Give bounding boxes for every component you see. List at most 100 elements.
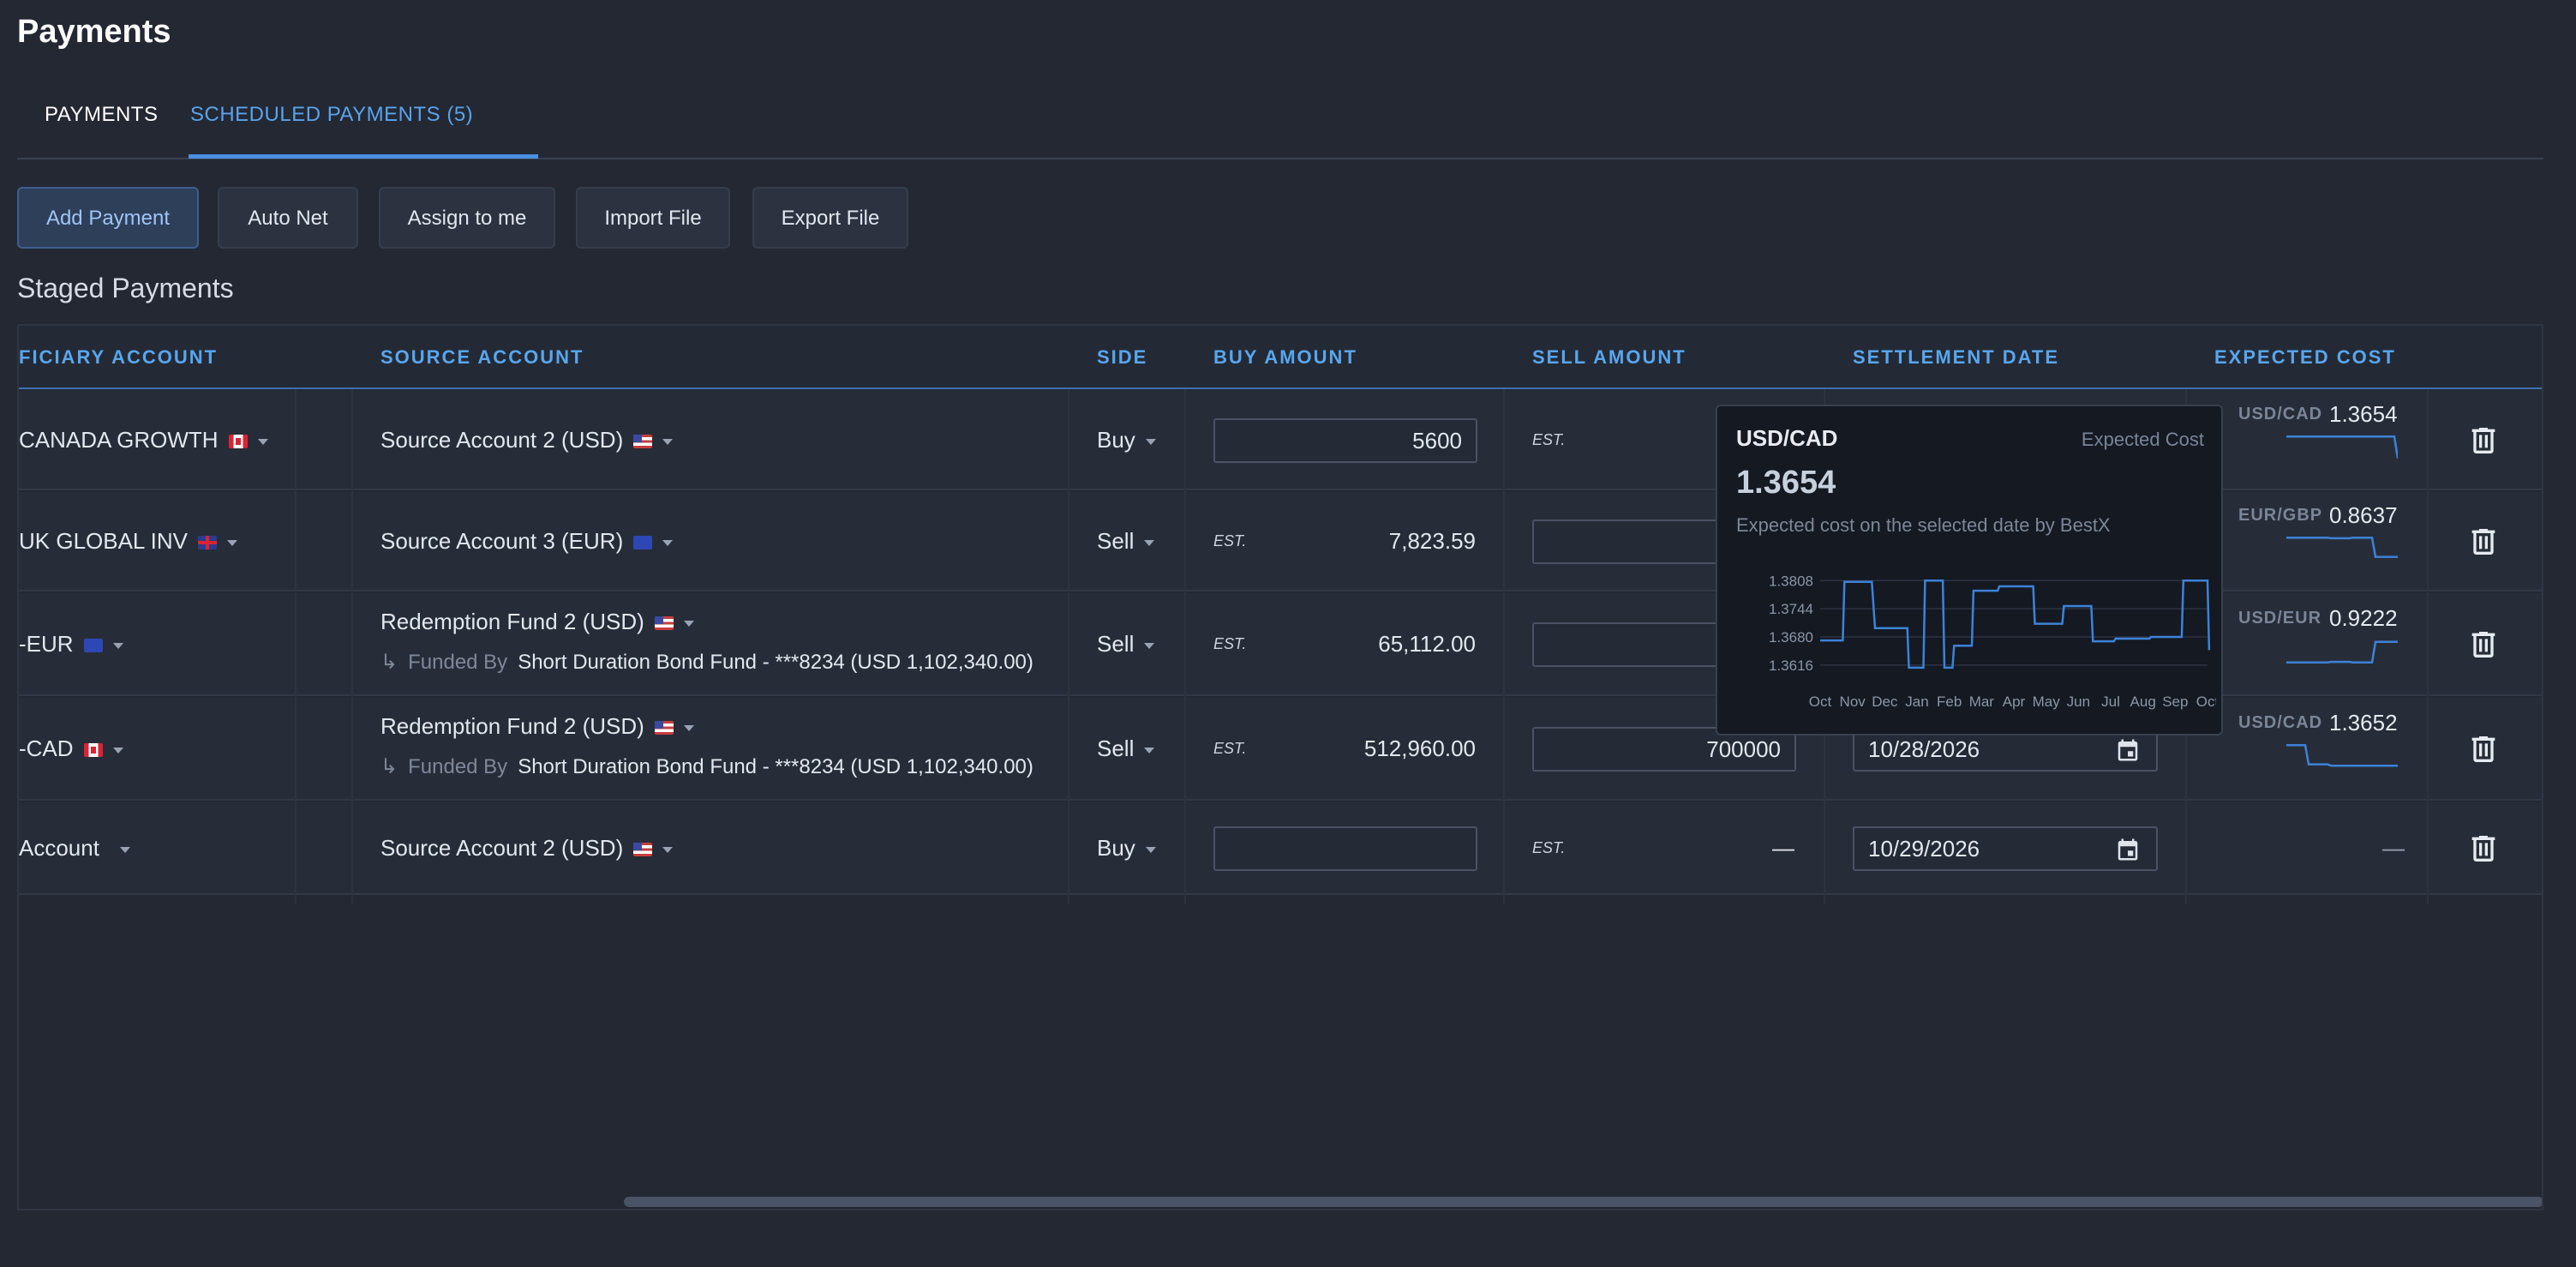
expected-cost-pair: USD/CAD <box>2238 405 2323 423</box>
expected-cost-sparkline <box>2286 640 2398 664</box>
chart-x-tick-label: Sep <box>2162 694 2188 710</box>
return-arrow-icon: ↳ <box>380 651 398 674</box>
source-account-label: Redemption Fund 2 (USD) <box>380 713 644 739</box>
expected-cost-pair: USD/CAD <box>2238 713 2323 732</box>
source-account-select[interactable]: Source Account 2 (USD) <box>380 835 674 862</box>
beneficiary-account-label: -EUR <box>19 631 74 657</box>
side-select[interactable]: Buy <box>1097 427 1156 453</box>
chart-y-tick-label: 1.3680 <box>1769 629 1813 646</box>
side-select[interactable]: Sell <box>1097 631 1155 658</box>
tab-payments[interactable]: PAYMENTS <box>45 87 158 159</box>
buy-amount-estimate: 7,823.59 <box>1388 528 1476 554</box>
beneficiary-account-select[interactable]: UK GLOBAL INV <box>19 528 237 555</box>
chart-x-tick-label: Apr <box>2003 694 2026 710</box>
sparkline-path <box>2286 536 2398 558</box>
delete-row-trash-icon[interactable] <box>2466 523 2501 561</box>
funded-by-line: ↳ Funded By Short Duration Bond Fund - ***… <box>380 650 1033 675</box>
estimate-label: EST. <box>1213 740 1247 757</box>
export-file-button[interactable]: Export File <box>752 187 908 249</box>
header-source-account[interactable]: SOURCE ACCOUNT <box>380 326 584 389</box>
active-tab-indicator <box>189 154 538 159</box>
chart-series-line <box>1820 579 2211 670</box>
beneficiary-account-label: CANADA GROWTH <box>19 427 219 453</box>
chart-x-tick-label: Nov <box>1840 694 1866 710</box>
source-account-select[interactable]: Source Account 2 (USD) <box>380 427 674 453</box>
horizontal-scrollbar-thumb[interactable] <box>624 1197 2542 1207</box>
header-sell-amount[interactable]: SELL AMOUNT <box>1532 326 1686 389</box>
beneficiary-account-label: UK GLOBAL INV <box>19 528 188 554</box>
import-file-button[interactable]: Import File <box>576 187 730 249</box>
tooltip-description: Expected cost on the selected date by Be… <box>1736 514 2111 536</box>
funded-by-line: ↳ Funded By Short Duration Bond Fund - ***… <box>380 754 1033 779</box>
header-side[interactable]: SIDE <box>1097 326 1147 389</box>
beneficiary-account-select[interactable]: -CAD <box>19 736 123 762</box>
header-settlement-date[interactable]: SETTLEMENT DATE <box>1853 326 2059 389</box>
assign-to-me-button[interactable]: Assign to me <box>379 187 555 249</box>
chevron-down-icon <box>662 539 674 546</box>
calendar-icon[interactable] <box>2115 737 2141 763</box>
delete-row-trash-icon[interactable] <box>2466 626 2501 664</box>
chevron-down-icon <box>1145 438 1156 445</box>
header-beneficiary-account[interactable]: FICIARY ACCOUNT <box>19 326 218 389</box>
beneficiary-account-select[interactable]: -EUR <box>19 631 123 658</box>
source-account-label: Redemption Fund 2 (USD) <box>380 609 644 634</box>
buy-amount-input[interactable]: 5600 <box>1213 418 1477 463</box>
expected-cost-rate[interactable]: 0.9222 <box>2329 605 2398 632</box>
flag-icon <box>633 843 653 857</box>
expected-cost-rate[interactable]: 0.8637 <box>2329 502 2398 529</box>
chart-x-tick-label: Jun <box>2067 694 2090 710</box>
expected-cost-rate[interactable]: 1.3652 <box>2329 710 2398 736</box>
delete-row-trash-icon[interactable] <box>2466 830 2501 868</box>
header-buy-amount[interactable]: BUY AMOUNT <box>1213 326 1357 389</box>
chart-x-tick-label: Mar <box>1969 694 1995 710</box>
chevron-down-icon <box>683 620 694 627</box>
flag-icon <box>83 639 103 653</box>
side-label: Sell <box>1097 528 1135 554</box>
estimate-label: EST. <box>1213 532 1247 549</box>
beneficiary-account-select[interactable]: CANADA GROWTH <box>19 427 268 453</box>
chevron-down-icon <box>1144 642 1155 649</box>
settlement-date-input[interactable]: 10/29/2026 <box>1853 826 2158 871</box>
source-account-select[interactable]: Redemption Fund 2 (USD) <box>380 713 694 740</box>
chevron-down-icon <box>1144 539 1155 546</box>
chart-x-tick-label: Feb <box>1937 694 1962 710</box>
flag-icon <box>198 536 217 550</box>
calendar-icon[interactable] <box>2115 837 2141 862</box>
flag-icon <box>654 721 674 736</box>
chevron-down-icon <box>257 438 268 445</box>
estimate-label: EST. <box>1532 431 1566 448</box>
side-select[interactable]: Buy <box>1097 835 1156 862</box>
expected-cost-rate[interactable]: 1.3654 <box>2329 401 2398 428</box>
column-divider <box>1184 389 1186 904</box>
expected-cost-tooltip: USD/CAD Expected Cost 1.3654 Expected co… <box>1716 405 2223 736</box>
delete-row-trash-icon[interactable] <box>2466 730 2501 768</box>
source-account-label: Source Account 3 (EUR) <box>380 528 624 554</box>
source-account-select[interactable]: Redemption Fund 2 (USD) <box>380 609 694 635</box>
tooltip-rate: 1.3654 <box>1736 465 1836 501</box>
auto-net-button[interactable]: Auto Net <box>218 187 358 249</box>
side-select[interactable]: Sell <box>1097 528 1155 555</box>
horizontal-scrollbar[interactable] <box>19 1197 2542 1209</box>
header-expected-cost[interactable]: EXPECTED COST <box>2214 326 2396 389</box>
beneficiary-account-label: Account <box>19 835 99 861</box>
flag-icon <box>83 743 103 758</box>
side-label: Buy <box>1097 427 1135 453</box>
tab-scheduled-payments[interactable]: SCHEDULED PAYMENTS (5) <box>190 87 473 159</box>
side-select[interactable]: Sell <box>1097 736 1155 762</box>
source-account-select[interactable]: Source Account 3 (EUR) <box>380 528 674 555</box>
buy-amount-estimate: 512,960.00 <box>1363 736 1476 761</box>
expected-cost-sparkline <box>2286 743 2398 767</box>
column-divider <box>1068 389 1069 904</box>
chevron-down-icon <box>1144 747 1155 754</box>
column-divider <box>295 389 297 904</box>
buy-amount-input[interactable] <box>1213 826 1477 871</box>
beneficiary-account-select[interactable]: Account <box>19 835 130 862</box>
tooltip-tag: Expected Cost <box>2081 429 2204 450</box>
chart-x-tick-label: May <box>2033 694 2061 710</box>
delete-row-trash-icon[interactable] <box>2466 422 2501 459</box>
chevron-down-icon <box>1145 846 1156 853</box>
grid-header: FICIARY ACCOUNT SOURCE ACCOUNT SIDE BUY … <box>19 326 2542 389</box>
flag-icon <box>228 435 248 449</box>
column-divider <box>1503 389 1505 904</box>
add-payment-button[interactable]: Add Payment <box>17 187 199 249</box>
